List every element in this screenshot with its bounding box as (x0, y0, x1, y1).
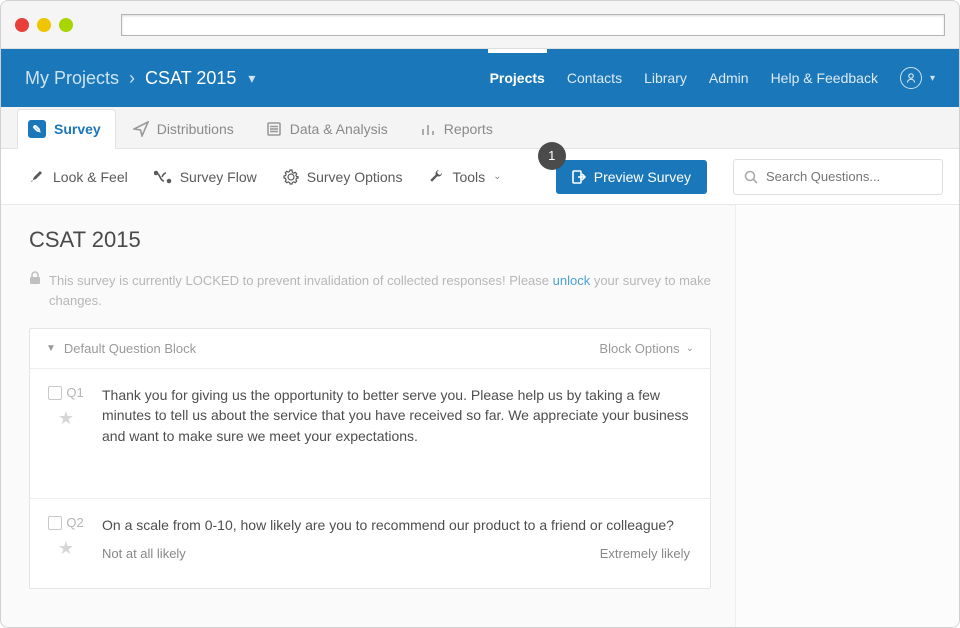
nav-library[interactable]: Library (644, 50, 687, 106)
tab-survey[interactable]: ✎ Survey (17, 109, 116, 149)
tab-label: Survey (54, 121, 101, 137)
tool-label: Look & Feel (53, 169, 128, 185)
lock-icon (29, 271, 41, 310)
list-icon (266, 121, 282, 137)
bar-chart-icon (420, 121, 436, 137)
look-and-feel-button[interactable]: Look & Feel (29, 169, 128, 185)
breadcrumb-separator-icon: › (129, 68, 135, 89)
tab-label: Reports (444, 121, 493, 137)
survey-title: CSAT 2015 (29, 227, 711, 253)
tab-label: Data & Analysis (290, 121, 388, 137)
block-options-dropdown[interactable]: Block Options ⌄ (599, 341, 694, 356)
scale-left-label: Not at all likely (102, 545, 186, 564)
star-icon[interactable]: ★ (58, 538, 74, 559)
unlock-link[interactable]: unlock (553, 273, 591, 288)
flow-icon (154, 169, 172, 185)
side-panel (735, 205, 959, 627)
window-controls (15, 18, 73, 32)
tool-label: Survey Flow (180, 169, 257, 185)
scale-labels: Not at all likely Extremely likely (102, 545, 690, 564)
breadcrumb-root[interactable]: My Projects (25, 68, 119, 89)
gear-icon (283, 169, 299, 185)
app-window: My Projects › CSAT 2015 ▾ Projects Conta… (0, 0, 960, 628)
tools-dropdown[interactable]: Tools ⌄ (428, 169, 501, 185)
pencil-icon: ✎ (28, 120, 46, 138)
question-block: ▼ Default Question Block Block Options ⌄… (29, 328, 711, 589)
search-input[interactable] (766, 169, 942, 184)
tab-reports[interactable]: Reports (409, 110, 508, 148)
minimize-window-icon[interactable] (37, 18, 51, 32)
survey-options-button[interactable]: Survey Options (283, 169, 403, 185)
search-questions[interactable] (733, 159, 943, 195)
wrench-icon (428, 169, 444, 185)
top-nav-links: Projects Contacts Library Admin Help & F… (490, 50, 935, 106)
tab-label: Distributions (157, 121, 234, 137)
chevron-down-icon[interactable]: ▾ (248, 70, 255, 87)
nav-contacts[interactable]: Contacts (567, 50, 622, 106)
tool-label: Tools (452, 169, 485, 185)
chevron-down-icon: ⌄ (493, 171, 501, 182)
question-row[interactable]: Q2 ★ On a scale from 0-10, how likely ar… (30, 499, 710, 588)
nav-projects[interactable]: Projects (490, 50, 545, 106)
tab-distributions[interactable]: Distributions (122, 110, 249, 148)
preview-survey-button[interactable]: 1 Preview Survey (556, 160, 707, 194)
collapse-icon[interactable]: ▼ (46, 343, 56, 354)
question-checkbox[interactable] (48, 386, 62, 400)
question-meta: Q1 ★ (44, 385, 88, 474)
block-name[interactable]: Default Question Block (64, 341, 196, 356)
paper-plane-icon (133, 121, 149, 137)
question-id: Q2 (66, 515, 83, 530)
tool-label: Survey Options (307, 169, 403, 185)
survey-toolbar: Look & Feel Survey Flow Survey Options T… (1, 149, 959, 205)
top-nav: My Projects › CSAT 2015 ▾ Projects Conta… (1, 49, 959, 107)
chevron-down-icon[interactable]: ▾ (930, 73, 935, 84)
lock-notice: This survey is currently LOCKED to preve… (29, 271, 711, 310)
breadcrumb[interactable]: My Projects › CSAT 2015 ▾ (25, 68, 255, 89)
question-text[interactable]: Thank you for giving us the opportunity … (102, 385, 690, 474)
paintbrush-icon (29, 169, 45, 185)
scale-right-label: Extremely likely (600, 545, 690, 564)
star-icon[interactable]: ★ (58, 408, 74, 429)
survey-editor: CSAT 2015 This survey is currently LOCKE… (1, 205, 735, 627)
export-icon (572, 170, 586, 184)
zoom-window-icon[interactable] (59, 18, 73, 32)
block-options-label: Block Options (599, 341, 679, 356)
sub-tabs: ✎ Survey Distributions Data & Analysis R… (1, 107, 959, 149)
titlebar (1, 1, 959, 49)
user-menu-icon[interactable] (900, 67, 922, 89)
question-text: On a scale from 0-10, how likely are you… (102, 515, 690, 535)
breadcrumb-current[interactable]: CSAT 2015 (145, 68, 236, 89)
tab-data[interactable]: Data & Analysis (255, 110, 403, 148)
nav-help[interactable]: Help & Feedback (771, 50, 878, 106)
question-id: Q1 (66, 385, 83, 400)
button-label: Preview Survey (594, 169, 691, 185)
question-body[interactable]: On a scale from 0-10, how likely are you… (102, 515, 690, 564)
block-header: ▼ Default Question Block Block Options ⌄ (30, 329, 710, 369)
question-meta: Q2 ★ (44, 515, 88, 564)
content-area: CSAT 2015 This survey is currently LOCKE… (1, 205, 959, 627)
chevron-down-icon: ⌄ (686, 343, 694, 354)
lock-text: This survey is currently LOCKED to preve… (49, 271, 711, 310)
address-bar[interactable] (121, 14, 945, 36)
annotation-badge: 1 (538, 142, 566, 170)
question-row[interactable]: Q1 ★ Thank you for giving us the opportu… (30, 369, 710, 499)
question-checkbox[interactable] (48, 516, 62, 530)
nav-admin[interactable]: Admin (709, 50, 749, 106)
survey-flow-button[interactable]: Survey Flow (154, 169, 257, 185)
close-window-icon[interactable] (15, 18, 29, 32)
search-icon (744, 170, 758, 184)
